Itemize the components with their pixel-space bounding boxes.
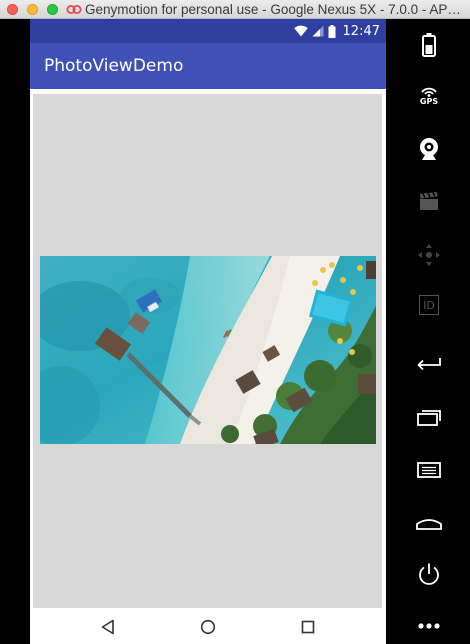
battery-icon — [328, 24, 336, 38]
dpad-icon[interactable] — [415, 241, 443, 269]
photo-view[interactable] — [33, 94, 382, 608]
window-title: Genymotion for personal use - Google Nex… — [85, 2, 461, 17]
genymotion-toolbar: GPS ID — [386, 19, 470, 644]
status-clock: 12:47 — [342, 23, 380, 39]
navigation-bar — [30, 610, 386, 644]
recents-tool-icon[interactable] — [415, 403, 443, 431]
status-bar: 12:47 — [30, 19, 386, 43]
power-tool-icon[interactable] — [415, 560, 443, 588]
window-close-button[interactable] — [7, 4, 18, 15]
menu-tool-icon[interactable] — [415, 456, 443, 484]
aerial-beach-photo[interactable] — [40, 256, 376, 444]
home-tool-icon[interactable] — [415, 509, 443, 537]
window-zoom-button[interactable] — [47, 4, 58, 15]
android-screen: 12:47 PhotoViewDemo — [30, 19, 386, 644]
window-titlebar: Genymotion for personal use - Google Nex… — [0, 0, 470, 19]
device-id-label: ID — [423, 298, 435, 312]
window-minimize-button[interactable] — [27, 4, 38, 15]
back-tool-icon[interactable] — [415, 350, 443, 378]
more-icon[interactable] — [415, 612, 443, 640]
camera-tool-icon[interactable] — [415, 135, 443, 163]
wifi-icon — [293, 25, 308, 37]
battery-tool-icon[interactable] — [415, 31, 443, 59]
app-bar: PhotoViewDemo — [30, 43, 386, 89]
gps-label: GPS — [419, 97, 439, 106]
home-icon[interactable] — [196, 615, 220, 639]
content-area — [30, 89, 386, 610]
video-capture-icon[interactable] — [415, 187, 443, 215]
device-id-icon[interactable]: ID — [415, 291, 443, 319]
gps-tool-icon[interactable]: GPS — [415, 82, 443, 110]
back-icon[interactable] — [96, 615, 120, 639]
app-title: PhotoViewDemo — [44, 56, 184, 76]
recents-icon[interactable] — [296, 615, 320, 639]
genymotion-app-icon — [66, 5, 82, 14]
signal-icon — [312, 25, 324, 37]
